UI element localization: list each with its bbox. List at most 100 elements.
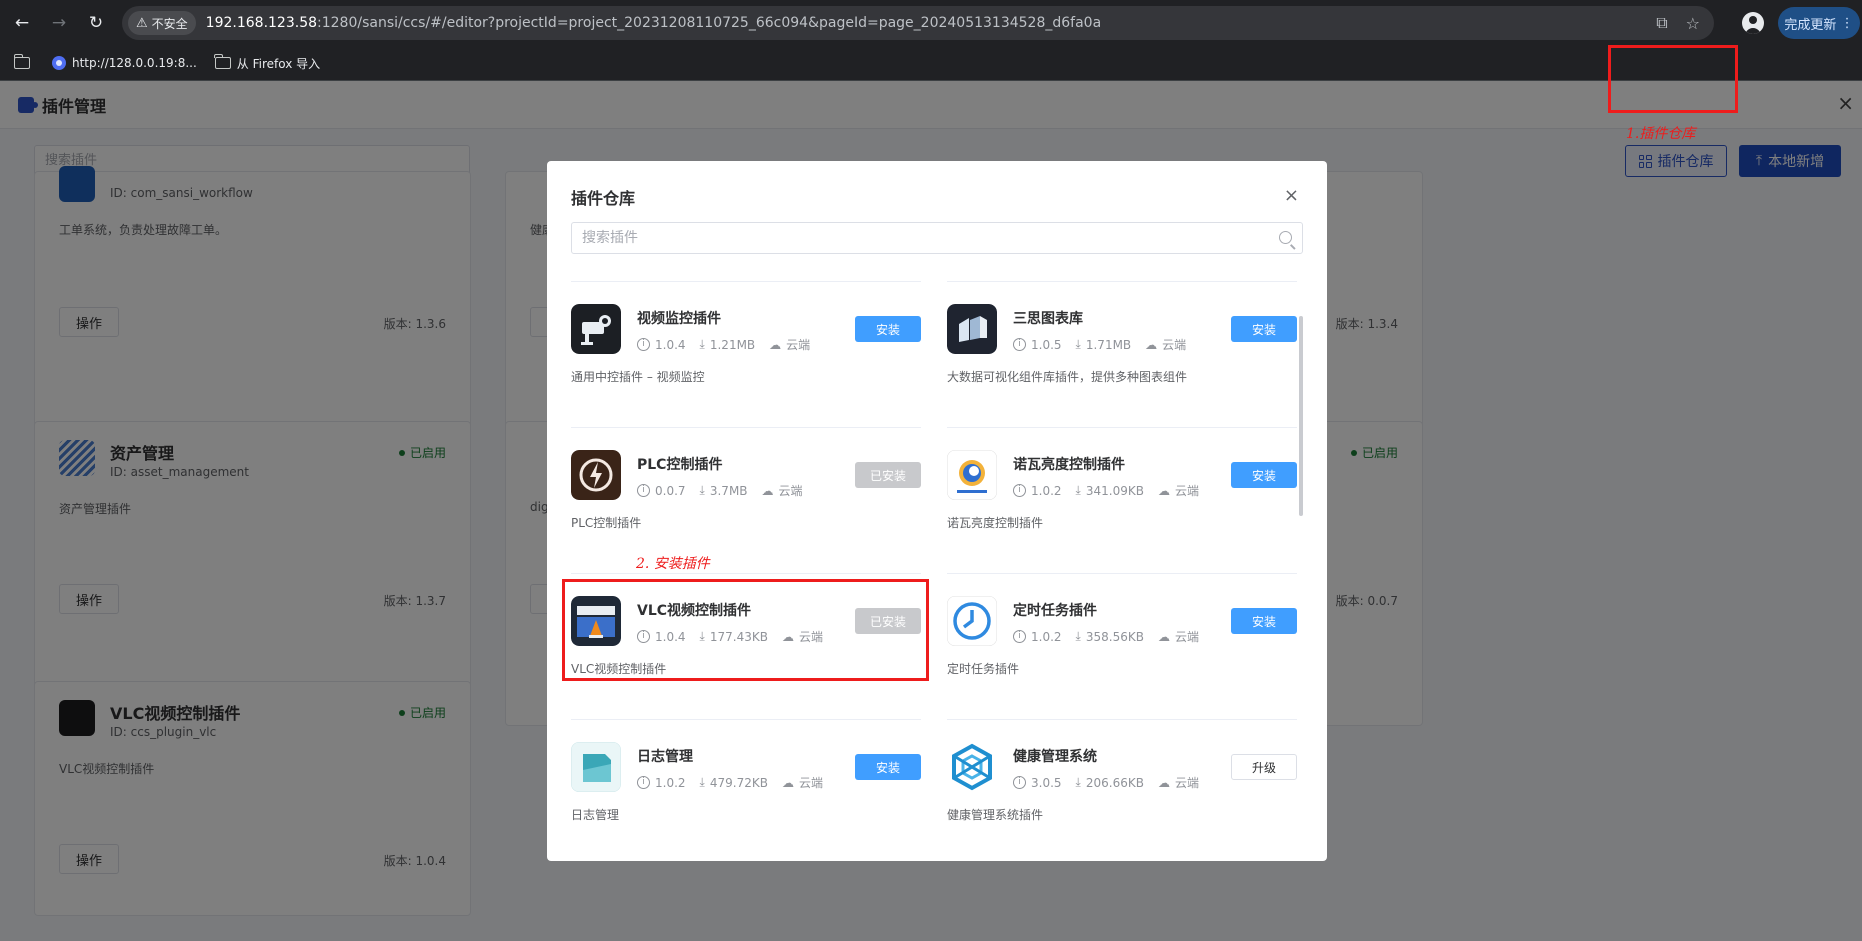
plugin-source: 云端 bbox=[798, 776, 823, 790]
back-icon[interactable]: ← bbox=[7, 8, 37, 38]
download-icon: ⤓ bbox=[699, 483, 705, 497]
plugin-source: 云端 bbox=[1174, 776, 1199, 790]
forward-icon[interactable]: → bbox=[44, 8, 74, 38]
download-icon: ⤓ bbox=[1075, 775, 1081, 789]
bookmark-label: http://128.0.0.19:8... bbox=[72, 56, 197, 70]
plugin-version: 3.0.5 bbox=[1031, 775, 1062, 790]
install-button[interactable]: 安装 bbox=[855, 754, 921, 780]
plugin-name: 三思图表库 bbox=[1013, 311, 1083, 327]
upgrade-button[interactable]: 升级 bbox=[1231, 754, 1297, 780]
camera-icon bbox=[571, 304, 621, 354]
bookmark-item-firefox[interactable]: 从 Firefox 导入 bbox=[214, 54, 321, 72]
plugin-desc: 通用中控插件 – 视频监控 bbox=[571, 370, 705, 384]
plugin-source: 云端 bbox=[1162, 338, 1187, 352]
plc-icon bbox=[571, 450, 621, 500]
url-text[interactable]: 192.168.123.58:1280/sansi/ccs/#/editor?p… bbox=[206, 15, 1101, 31]
install-button[interactable]: 安装 bbox=[1231, 462, 1297, 488]
plugin-item: 视频监控插件 i 1.0.4 ⤓ 1.21MB ☁ 云端 通用中控插件 – 视频监控 … bbox=[571, 281, 921, 427]
download-icon: ⤓ bbox=[1075, 629, 1081, 643]
cloud-icon: ☁ bbox=[1157, 629, 1170, 644]
plugin-size: 1.21MB bbox=[709, 337, 756, 352]
annotation-box-2 bbox=[562, 579, 929, 681]
download-icon: ⤓ bbox=[1075, 337, 1081, 351]
cloud-icon: ☁ bbox=[1145, 337, 1158, 352]
plugin-source: 云端 bbox=[786, 338, 811, 352]
plugin-meta: i 1.0.5 ⤓ 1.71MB ☁ 云端 bbox=[1013, 336, 1200, 353]
cloud-icon: ☁ bbox=[769, 337, 782, 352]
plugin-source: 云端 bbox=[1174, 484, 1199, 498]
plugin-repo-dialog: 插件仓库 × 搜索插件 视频监控插件 i 1.0.4 ⤓ 1.21MB ☁ 云端 通用… bbox=[547, 161, 1327, 861]
plugin-name: 视频监控插件 bbox=[637, 311, 721, 327]
plugin-name: 日志管理 bbox=[637, 749, 693, 765]
info-icon: i bbox=[637, 484, 650, 497]
translate-icon[interactable]: ⧉ bbox=[1656, 13, 1667, 33]
timer-icon bbox=[947, 596, 997, 646]
cloud-icon: ☁ bbox=[761, 483, 774, 498]
reload-icon[interactable]: ↻ bbox=[81, 8, 111, 38]
plugin-meta: i 1.0.4 ⤓ 1.21MB ☁ 云端 bbox=[637, 336, 824, 353]
plugin-desc: PLC控制插件 bbox=[571, 516, 642, 530]
info-icon: i bbox=[1013, 338, 1026, 351]
health-icon bbox=[947, 742, 997, 792]
close-icon[interactable]: × bbox=[1284, 185, 1299, 206]
download-icon: ⤓ bbox=[699, 775, 705, 789]
download-icon: ⤓ bbox=[1075, 483, 1081, 497]
plugin-version: 1.0.2 bbox=[1031, 483, 1062, 498]
info-icon: i bbox=[637, 776, 650, 789]
install-button[interactable]: 安装 bbox=[855, 316, 921, 342]
download-icon: ⤓ bbox=[699, 337, 705, 351]
plugin-name: 诺瓦亮度控制插件 bbox=[1013, 457, 1125, 473]
url-path: :1280/sansi/ccs/#/editor?projectId=proje… bbox=[317, 15, 1102, 31]
profile-avatar-icon[interactable] bbox=[1742, 12, 1764, 34]
plugin-item: 日志管理 i 1.0.2 ⤓ 479.72KB ☁ 云端 日志管理 安装 bbox=[571, 719, 921, 865]
plugin-version: 1.0.2 bbox=[1031, 629, 1062, 644]
plugin-meta: i 0.0.7 ⤓ 3.7MB ☁ 云端 bbox=[637, 482, 817, 499]
info-icon: i bbox=[1013, 630, 1026, 643]
plugin-item: PLC控制插件 i 0.0.7 ⤓ 3.7MB ☁ 云端 PLC控制插件 已安装 bbox=[571, 427, 921, 573]
plugin-desc: 大数据可视化组件库插件，提供多种图表组件 bbox=[947, 370, 1188, 384]
plugin-name: 定时任务插件 bbox=[1013, 603, 1097, 619]
plugin-item: 定时任务插件 i 1.0.2 ⤓ 358.56KB ☁ 云端 定时任务插件 安装 bbox=[947, 573, 1297, 719]
annotation-box-1 bbox=[1608, 45, 1738, 113]
star-icon[interactable]: ☆ bbox=[1686, 14, 1700, 33]
plugin-version: 0.0.7 bbox=[655, 483, 686, 498]
search-placeholder: 搜索插件 bbox=[582, 230, 638, 246]
plugin-size: 341.09KB bbox=[1085, 483, 1144, 498]
update-label: 完成更新 bbox=[1784, 17, 1837, 33]
plugin-size: 358.56KB bbox=[1085, 629, 1144, 644]
cloud-icon: ☁ bbox=[1157, 483, 1170, 498]
url-host: 192.168.123.58 bbox=[205, 15, 318, 31]
dialog-title: 插件仓库 bbox=[571, 189, 636, 208]
browser-toolbar: ← → ↻ ⚠ 不安全 192.168.123.58:1280/sansi/cc… bbox=[0, 0, 1862, 46]
plugin-name: 健康管理系统 bbox=[1013, 749, 1097, 765]
info-icon: i bbox=[1013, 776, 1026, 789]
install-button[interactable]: 安装 bbox=[1231, 608, 1297, 634]
cloud-icon: ☁ bbox=[1157, 775, 1170, 790]
bookmark-label: 从 Firefox 导入 bbox=[236, 56, 321, 71]
plugin-source: 云端 bbox=[778, 484, 803, 498]
plugin-size: 3.7MB bbox=[709, 483, 748, 498]
cloud-icon: ☁ bbox=[781, 775, 794, 790]
scrollbar[interactable] bbox=[1299, 316, 1303, 516]
menu-icon: ⋮ bbox=[1840, 15, 1854, 31]
security-chip[interactable]: ⚠ 不安全 bbox=[128, 11, 196, 35]
plugin-version: 1.0.5 bbox=[1031, 337, 1062, 352]
bookmark-item-http[interactable]: http://128.0.0.19:8... bbox=[52, 56, 197, 70]
log-icon bbox=[571, 742, 621, 792]
install-button[interactable]: 安装 bbox=[1231, 316, 1297, 342]
plugin-version: 1.0.2 bbox=[655, 775, 686, 790]
plugin-item: 健康管理系统 i 3.0.5 ⤓ 206.66KB ☁ 云端 健康管理系统插件 升级 bbox=[947, 719, 1297, 865]
search-icon[interactable] bbox=[1279, 231, 1292, 244]
update-button[interactable]: 完成更新 ⋮ bbox=[1778, 7, 1860, 39]
dialog-search-input[interactable]: 搜索插件 bbox=[571, 222, 1303, 254]
plugin-meta: i 1.0.2 ⤓ 358.56KB ☁ 云端 bbox=[1013, 628, 1213, 645]
plugin-desc: 诺瓦亮度控制插件 bbox=[947, 516, 1044, 530]
plugin-source: 云端 bbox=[1174, 630, 1199, 644]
info-icon: i bbox=[637, 338, 650, 351]
info-icon: i bbox=[1013, 484, 1026, 497]
address-bar[interactable]: ⚠ 不安全 192.168.123.58:1280/sansi/ccs/#/ed… bbox=[122, 6, 1714, 40]
bookmarks-folder-icon[interactable] bbox=[13, 54, 30, 69]
warning-icon: ⚠ bbox=[136, 15, 148, 31]
plugin-item: 三思图表库 i 1.0.5 ⤓ 1.71MB ☁ 云端 大数据可视化组件库插件，提供多… bbox=[947, 281, 1297, 427]
chart-cubes-icon bbox=[947, 304, 997, 354]
